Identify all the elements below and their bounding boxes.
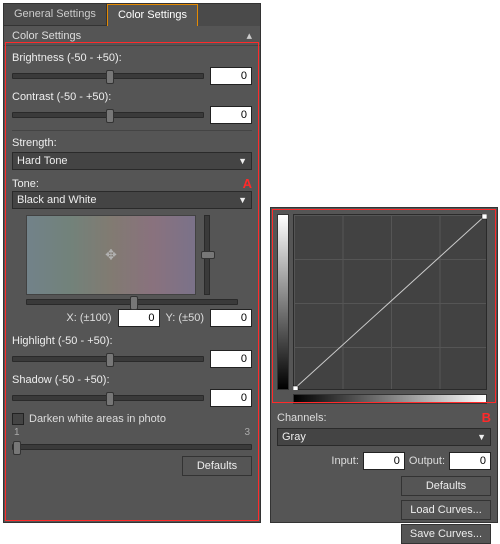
darken-slider[interactable] (12, 444, 252, 450)
input-label: Input: (331, 455, 359, 467)
collapse-icon[interactable]: ▴ (246, 29, 252, 42)
shadow-input[interactable] (210, 389, 252, 407)
shadow-label: Shadow (-50 - +50): (12, 374, 252, 386)
output-label: Output: (409, 455, 445, 467)
brightness-slider[interactable] (12, 73, 204, 79)
tab-color-settings[interactable]: Color Settings (107, 4, 198, 26)
curves-panel: Channels: B Gray ▼ Input: Output: Defaul… (270, 207, 498, 523)
load-curves-button[interactable]: Load Curves... (401, 500, 491, 520)
curve-input-field[interactable] (363, 452, 405, 470)
chevron-down-icon: ▼ (477, 432, 486, 442)
y-gradient-strip (277, 214, 289, 390)
strength-select[interactable]: Hard Tone ▼ (12, 152, 252, 170)
curve-output-field[interactable] (449, 452, 491, 470)
channels-label: Channels: (277, 412, 327, 424)
shadow-slider[interactable] (12, 395, 204, 401)
darken-checkbox[interactable] (12, 413, 24, 425)
y-input[interactable] (210, 309, 252, 327)
tab-bar: General Settings Color Settings (4, 4, 260, 26)
tone-picker[interactable]: ✥ (26, 215, 196, 295)
channels-marker-b-icon: B (482, 410, 491, 425)
curves-defaults-button[interactable]: Defaults (401, 476, 491, 496)
channels-value: Gray (282, 431, 306, 443)
contrast-input[interactable] (210, 106, 252, 124)
section-title: Color Settings (12, 30, 81, 42)
highlight-input[interactable] (210, 350, 252, 368)
curve-area (277, 214, 489, 404)
tab-general-settings[interactable]: General Settings (4, 4, 107, 26)
curve-line[interactable] (293, 214, 487, 390)
tone-horizontal-slider[interactable] (26, 299, 238, 305)
crosshair-icon: ✥ (105, 247, 117, 264)
tone-marker-a-icon: A (243, 176, 252, 191)
tone-vertical-slider[interactable] (204, 215, 210, 295)
contrast-label: Contrast (-50 - +50): (12, 91, 252, 103)
brightness-label: Brightness (-50 - +50): (12, 52, 252, 64)
tone-label: Tone: (12, 178, 39, 190)
section-header[interactable]: Color Settings ▴ (4, 26, 260, 46)
defaults-button[interactable]: Defaults (182, 456, 252, 476)
highlight-label: Highlight (-50 - +50): (12, 335, 252, 347)
y-label: Y: (±50) (166, 312, 204, 324)
chevron-down-icon: ▼ (238, 156, 247, 166)
strength-label: Strength: (12, 137, 252, 149)
x-label: X: (±100) (66, 312, 111, 324)
color-settings-panel: General Settings Color Settings Color Se… (3, 3, 261, 523)
contrast-slider[interactable] (12, 112, 204, 118)
save-curves-button[interactable]: Save Curves... (401, 524, 491, 544)
scale-3: 3 (244, 427, 250, 438)
chevron-down-icon: ▼ (238, 195, 247, 205)
darken-label: Darken white areas in photo (29, 413, 166, 425)
tone-select[interactable]: Black and White ▼ (12, 191, 252, 209)
x-input[interactable] (118, 309, 160, 327)
panel-body: Brightness (-50 - +50): Contrast (-50 - … (4, 46, 260, 480)
highlight-slider[interactable] (12, 356, 204, 362)
channels-select[interactable]: Gray ▼ (277, 428, 491, 446)
tone-value: Black and White (17, 194, 96, 206)
brightness-input[interactable] (210, 67, 252, 85)
scale-1: 1 (14, 427, 20, 438)
strength-value: Hard Tone (17, 155, 68, 167)
x-gradient-strip (293, 394, 487, 404)
